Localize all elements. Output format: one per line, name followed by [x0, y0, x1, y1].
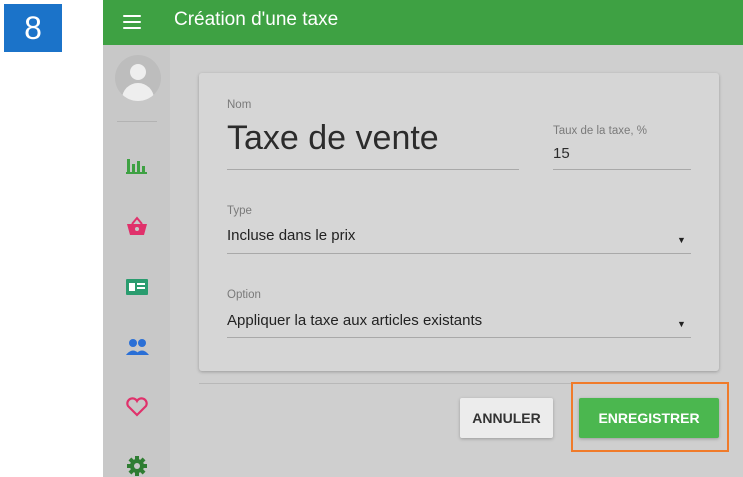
tax-form-card: Nom Taxe de vente Taux de la taxe, % 15 …	[199, 73, 719, 371]
page-title: Création d'une taxe	[174, 9, 339, 30]
type-label: Type	[227, 205, 252, 217]
avatar[interactable]	[115, 55, 161, 101]
tax-rate-underline	[553, 169, 691, 170]
option-label: Option	[227, 289, 261, 301]
shopping-basket-icon[interactable]	[124, 215, 150, 239]
tax-rate-field[interactable]: 15	[553, 145, 570, 162]
step-number-badge: 8	[4, 4, 62, 52]
cancel-button[interactable]: ANNULER	[460, 398, 553, 438]
menu-icon[interactable]	[123, 15, 141, 29]
sidebar-divider	[117, 121, 157, 122]
tax-rate-label: Taux de la taxe, %	[553, 125, 647, 137]
gear-icon[interactable]	[124, 454, 150, 477]
option-select[interactable]: Appliquer la taxe aux articles existants	[227, 312, 482, 329]
save-button-highlight	[571, 382, 729, 452]
type-select[interactable]: Incluse dans le prix	[227, 227, 355, 244]
option-underline	[227, 337, 691, 338]
name-label: Nom	[227, 99, 252, 111]
name-field[interactable]: Taxe de vente	[227, 119, 439, 158]
option-chevron-down-icon[interactable]: ▼	[677, 319, 686, 329]
bar-chart-icon[interactable]	[124, 153, 150, 177]
type-underline	[227, 253, 691, 254]
type-chevron-down-icon[interactable]: ▼	[677, 235, 686, 245]
people-icon[interactable]	[124, 335, 150, 359]
id-card-icon[interactable]	[124, 275, 150, 299]
heart-icon[interactable]	[124, 395, 150, 419]
sidebar	[103, 45, 170, 477]
name-field-underline	[227, 169, 519, 170]
top-app-bar: Création d'une taxe	[103, 0, 743, 45]
